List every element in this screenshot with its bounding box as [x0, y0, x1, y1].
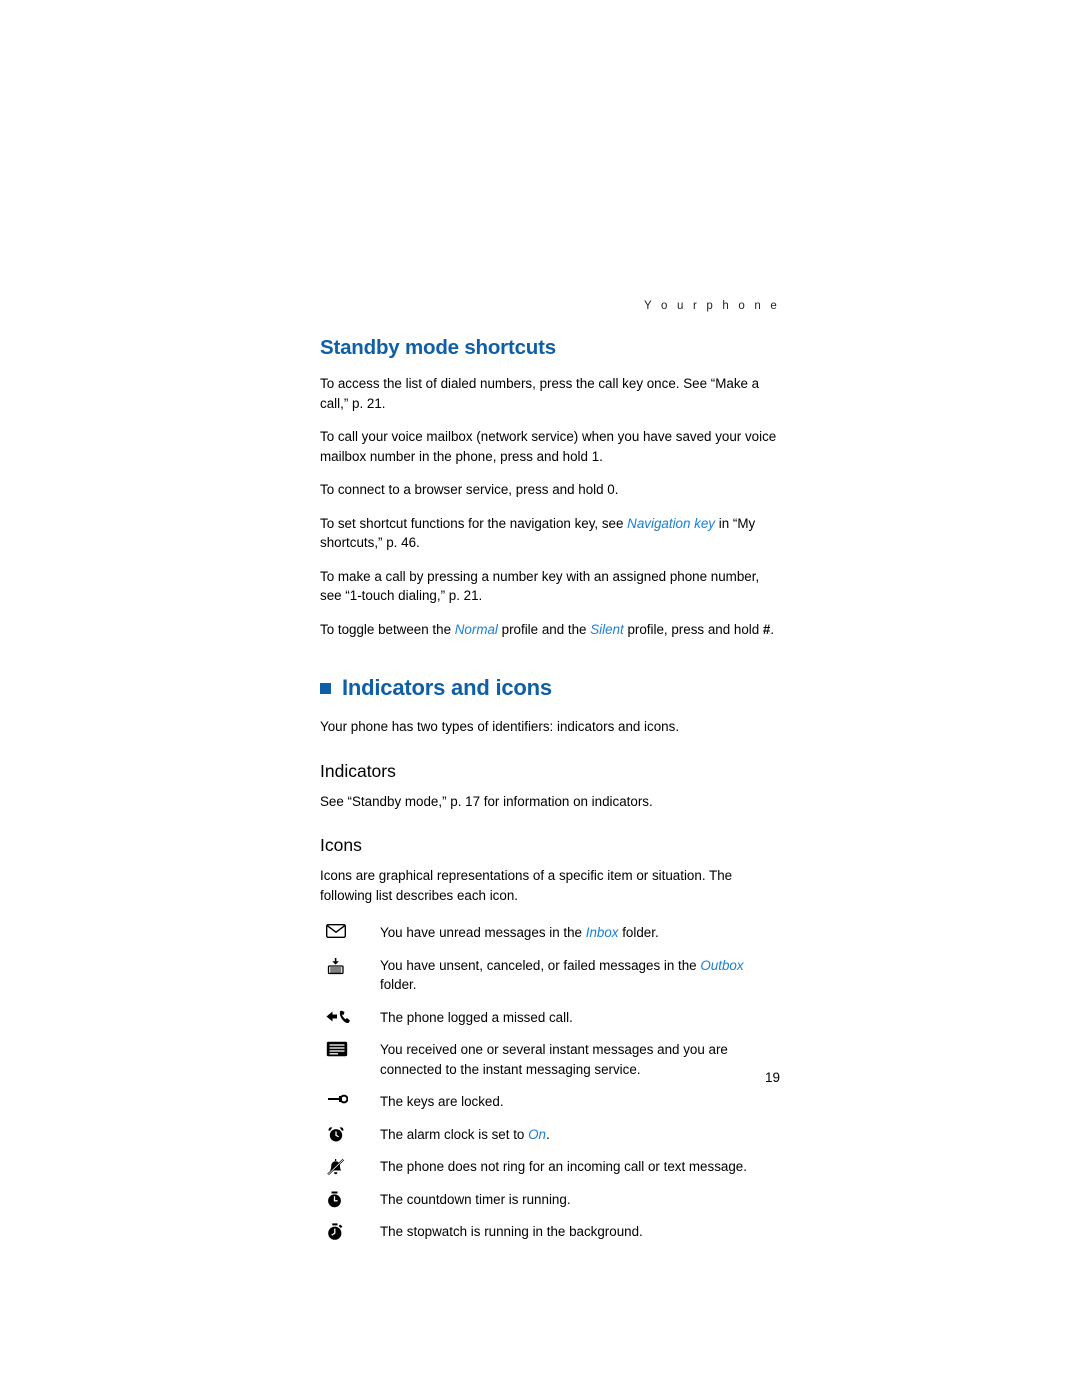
missed-call-icon: [320, 1008, 380, 1024]
toggle-text-mid: profile and the: [497, 621, 591, 637]
stopwatch-icon: [320, 1222, 380, 1241]
standby-paragraph-navigation: To set shortcut functions for the naviga…: [320, 514, 780, 553]
icon-description: The countdown timer is running.: [380, 1191, 571, 1207]
icon-description: The phone logged a missed call.: [380, 1009, 573, 1025]
standby-paragraph-browser: To connect to a browser service, press a…: [320, 482, 619, 497]
icon-description: You have unread messages in the Inbox fo…: [380, 923, 780, 943]
icon-description: The phone does not ring for an incoming …: [380, 1159, 747, 1174]
icons-subheading: Icons: [320, 835, 362, 855]
nav-text-pre: To set shortcut functions for the naviga…: [320, 515, 628, 531]
standby-mode-shortcuts-heading: Standby mode shortcuts: [320, 336, 556, 359]
list-item: The phone logged a missed call.: [320, 1008, 780, 1028]
icon-text-post: folder.: [618, 925, 659, 940]
toggle-text-end: .: [770, 621, 775, 637]
toggle-text-pre: To toggle between the: [320, 621, 455, 637]
icon-text-pre: You have unread messages in the: [380, 925, 586, 940]
list-item: The countdown timer is running.: [320, 1190, 780, 1210]
icon-text-post: .: [545, 1126, 550, 1142]
inbox-ref: Inbox: [585, 925, 619, 940]
icon-description: The alarm clock is set to On.: [380, 1125, 780, 1145]
standby-paragraph-voicemail: To call your voice mailbox (network serv…: [320, 429, 777, 464]
icon-text-post: folder.: [380, 977, 417, 992]
icon-description: You have unsent, canceled, or failed mes…: [380, 956, 780, 995]
running-head: Y o u r p h o n e: [643, 300, 780, 312]
list-item: The alarm clock is set to On.: [320, 1125, 780, 1145]
square-bullet-icon: [320, 682, 331, 694]
standby-paragraph-dialed: To access the list of dialed numbers, pr…: [320, 376, 760, 411]
indicators-intro-paragraph: Your phone has two types of identifiers:…: [320, 719, 680, 734]
indicators-and-icons-label: Indicators and icons: [342, 675, 552, 700]
keylock-icon: [320, 1092, 380, 1105]
indicators-subheading: Indicators: [320, 760, 396, 781]
list-item: You have unread messages in the Inbox fo…: [320, 923, 780, 943]
indicators-paragraph: See “Standby mode,” p. 17 for informatio…: [320, 793, 653, 809]
list-item: The phone does not ring for an incoming …: [320, 1157, 780, 1177]
icons-paragraph: Icons are graphical representations of a…: [320, 868, 733, 903]
indicators-and-icons-heading: Indicators and icons: [320, 675, 780, 701]
page-content: Y o u r p h o n e Standby mode shortcuts…: [320, 300, 780, 1255]
silent-profile-ref: Silent: [590, 621, 624, 637]
navigation-key-ref: Navigation key: [627, 515, 716, 531]
list-item: You have unsent, canceled, or failed mes…: [320, 956, 780, 995]
on-ref: On: [528, 1126, 546, 1142]
icon-description: The keys are locked.: [380, 1094, 504, 1109]
standby-paragraph-toggle: To toggle between the Normal profile and…: [320, 620, 780, 640]
page-number: 19: [764, 1070, 780, 1085]
outbox-ref: Outbox: [700, 957, 744, 973]
envelope-icon: [320, 923, 380, 938]
icon-description: The stopwatch is running in the backgrou…: [380, 1224, 643, 1239]
toggle-text-post: profile, press and hold: [623, 621, 763, 637]
icon-text-pre: The alarm clock is set to: [380, 1126, 529, 1142]
instant-message-icon: [320, 1040, 380, 1057]
list-item: The stopwatch is running in the backgrou…: [320, 1222, 780, 1242]
normal-profile-ref: Normal: [454, 621, 498, 637]
list-item: The keys are locked.: [320, 1092, 780, 1112]
manual-page: Y o u r p h o n e Standby mode shortcuts…: [0, 0, 1080, 1397]
icon-text-pre: You have unsent, canceled, or failed mes…: [380, 957, 701, 973]
alarm-clock-icon: [320, 1125, 380, 1143]
outbox-icon: [320, 956, 380, 975]
standby-paragraph-onetouch: To make a call by pressing a number key …: [320, 568, 760, 604]
silent-ring-icon: [320, 1157, 380, 1176]
countdown-timer-icon: [320, 1190, 380, 1208]
